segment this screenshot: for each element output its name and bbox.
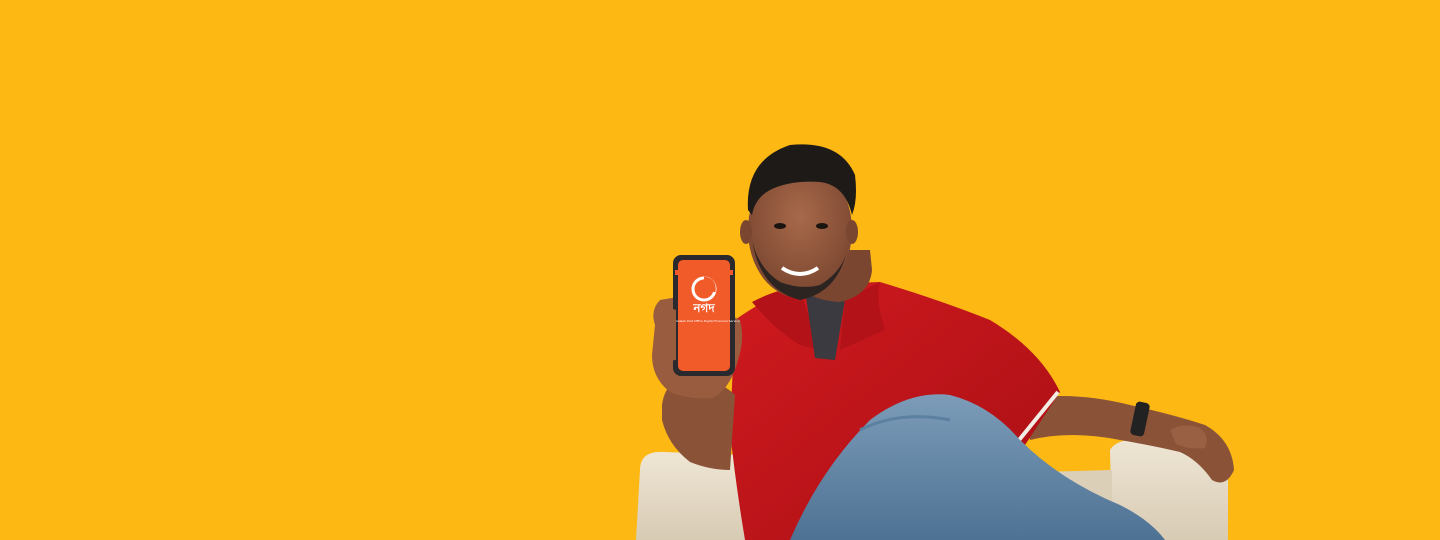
fingers	[655, 307, 676, 361]
hero-scene: নগদ Bangladesh Post Office Digital Finan…	[0, 0, 1440, 540]
phone-app-tagline: Bangladesh Post Office Digital Financial…	[668, 319, 739, 323]
hero-banner: নগদ Bangladesh Post Office Digital Finan…	[0, 0, 1440, 540]
phone-app-logo-text: নগদ	[692, 301, 715, 315]
smartphone: নগদ Bangladesh Post Office Digital Finan…	[668, 255, 740, 376]
